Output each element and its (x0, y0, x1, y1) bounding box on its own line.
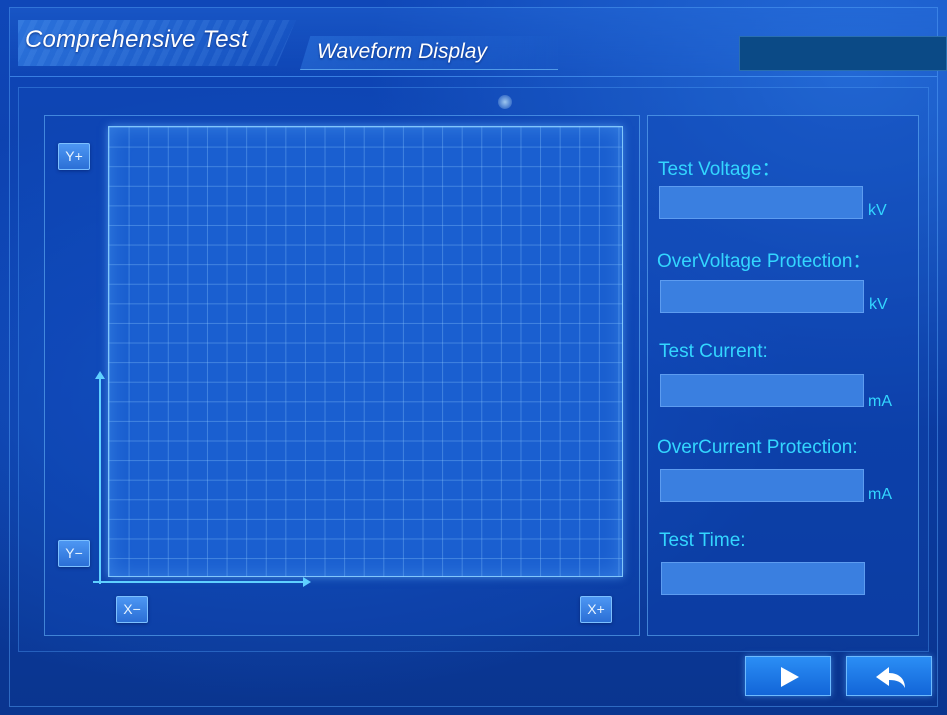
test-voltage-field[interactable] (659, 186, 863, 219)
test-time-label: Test Time: (659, 530, 746, 551)
overcurrent-protection-label: OverCurrent Protection: (657, 437, 858, 458)
back-button[interactable] (846, 656, 932, 696)
test-voltage-unit: kV (868, 202, 887, 219)
overvoltage-protection-field[interactable] (660, 280, 864, 313)
x-zoom-out-button[interactable]: X− (116, 596, 148, 623)
tab-waveform-display-label: Waveform Display (317, 40, 487, 63)
play-icon (781, 667, 799, 687)
overvoltage-protection-unit: kV (869, 296, 888, 313)
status-display-box (739, 36, 947, 71)
overcurrent-protection-unit: mA (868, 486, 892, 503)
waveform-grid (108, 126, 623, 577)
y-axis-arrow-icon (95, 371, 105, 379)
y-zoom-out-button[interactable]: Y− (58, 540, 90, 567)
x-axis-line (93, 581, 305, 583)
tab-comprehensive-test-label: Comprehensive Test (25, 26, 248, 53)
y-zoom-in-button[interactable]: Y+ (58, 143, 90, 170)
test-time-field[interactable] (661, 562, 865, 595)
overcurrent-protection-field[interactable] (660, 469, 864, 502)
x-zoom-in-button[interactable]: X+ (580, 596, 612, 623)
waveform-screen: Comprehensive Test Waveform Display Y+ Y… (0, 0, 947, 715)
overvoltage-protection-label: OverVoltage Protection： (657, 251, 872, 272)
test-current-unit: mA (868, 393, 892, 410)
test-current-label: Test Current: (659, 341, 768, 362)
test-voltage-label: Test Voltage： (658, 159, 781, 180)
return-arrow-icon (876, 667, 905, 688)
test-current-field[interactable] (660, 374, 864, 407)
next-button[interactable] (745, 656, 831, 696)
y-axis-line (99, 376, 101, 584)
x-axis-arrow-icon (303, 577, 311, 587)
